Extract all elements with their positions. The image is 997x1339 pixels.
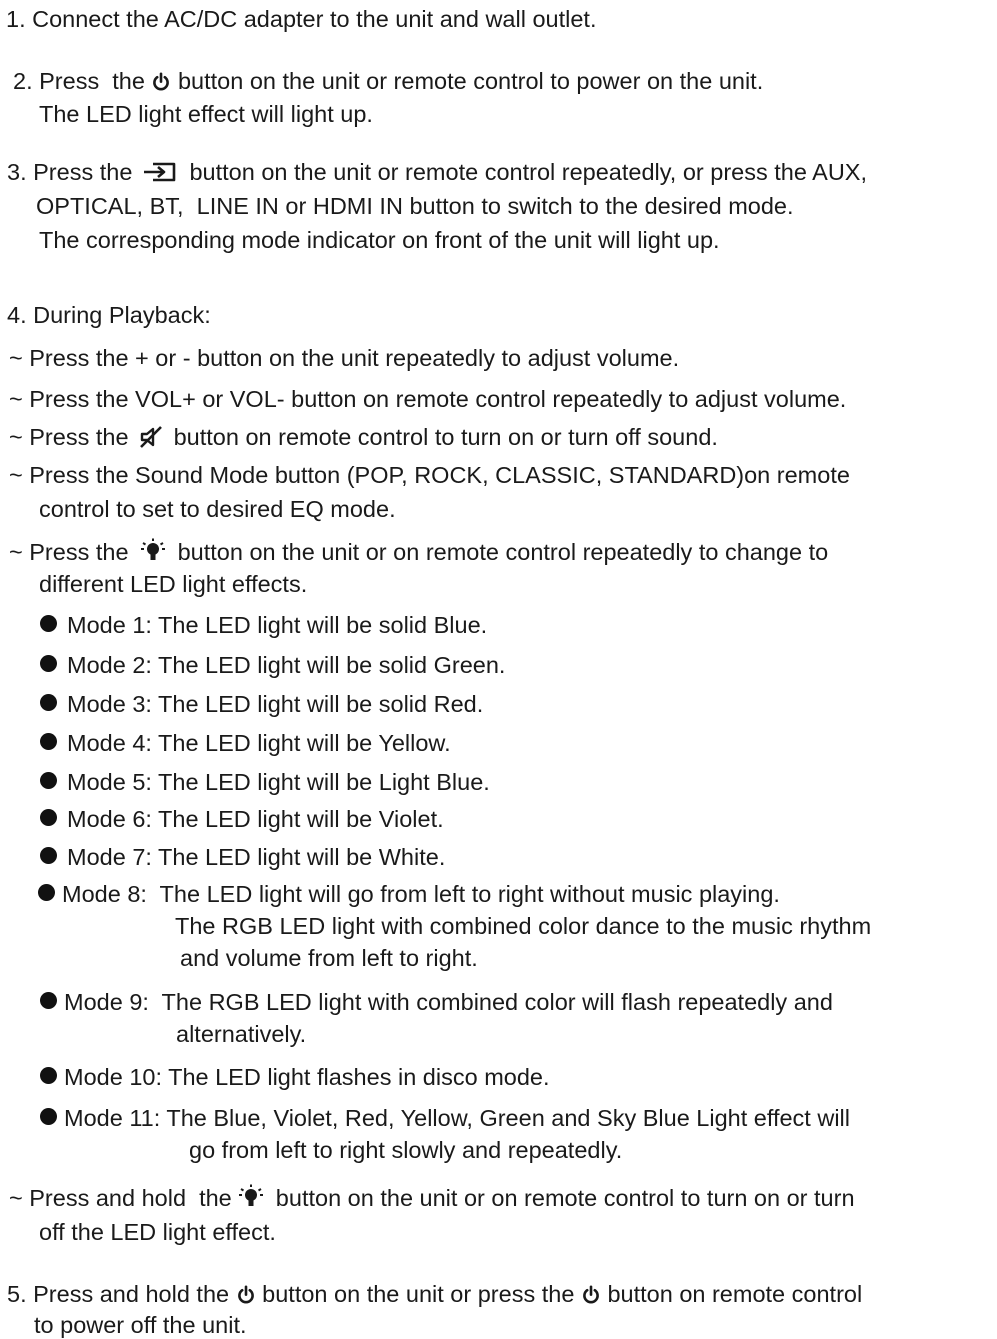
step-5-text-end: button on remote control	[600, 1281, 863, 1307]
power-icon	[237, 1285, 254, 1304]
bullet-icon	[40, 772, 57, 789]
step-5-text-middle: button on the unit or press the	[255, 1281, 581, 1307]
mode-8-item: Mode 8: The LED light will go from left …	[38, 881, 780, 907]
bullet-icon	[40, 733, 57, 750]
mode-10-item: Mode 10: The LED light flashes in disco …	[40, 1064, 550, 1090]
mode-8-line-2: The RGB LED light with combined color da…	[175, 913, 872, 939]
mode-2-item: Mode 2: The LED light will be solid Gree…	[40, 652, 506, 678]
light-bulb-icon	[141, 538, 166, 560]
mode-11-item: Mode 11: The Blue, Violet, Red, Yellow, …	[40, 1105, 850, 1131]
led-effect-line-1: ~ Press the button on the unit or on rem…	[9, 538, 828, 565]
mode-1-item: Mode 1: The LED light will be solid Blue…	[40, 612, 488, 638]
bullet-icon	[40, 1067, 57, 1084]
mode-11-line-2: go from left to right slowly and repeate…	[189, 1137, 623, 1163]
mute-text-start: ~ Press the	[9, 424, 136, 450]
step-2-text-start: 2. Press the	[13, 68, 152, 94]
sound-mode-line-1: ~ Press the Sound Mode button (POP, ROCK…	[9, 462, 850, 488]
bullet-icon	[40, 615, 57, 632]
bullet-icon	[40, 1108, 57, 1125]
hold-led-text-end: button on the unit or on remote control …	[269, 1185, 855, 1211]
step-3-line-2: OPTICAL, BT, LINE IN or HDMI IN button t…	[36, 193, 794, 219]
volume-unit-line: ~ Press the + or - button on the unit re…	[9, 345, 680, 371]
volume-remote-line: ~ Press the VOL+ or VOL- button on remot…	[9, 386, 847, 412]
mode-4-label: Mode 4: The LED light will be Yellow.	[67, 730, 451, 756]
mode-5-label: Mode 5: The LED light will be Light Blue…	[67, 769, 490, 795]
bullet-icon	[40, 847, 57, 864]
mode-8-label: Mode 8: The LED light will go from left …	[62, 881, 780, 907]
led-effect-line-2: different LED light effects.	[39, 571, 308, 597]
step-5-line-1: 5. Press and hold the button on the unit…	[7, 1281, 863, 1307]
power-icon	[583, 1285, 599, 1304]
step-4-heading: 4. During Playback:	[7, 302, 211, 328]
step-3-text-end: button on the unit or remote control rep…	[182, 159, 867, 185]
hold-led-line-2: off the LED light effect.	[39, 1219, 276, 1245]
manual-page: { "step1": { "text": "1. Connect the AC/…	[0, 0, 997, 1339]
mode-7-item: Mode 7: The LED light will be White.	[40, 844, 446, 870]
mode-3-item: Mode 3: The LED light will be solid Red.	[40, 691, 484, 717]
mode-9-item: Mode 9: The RGB LED light with combined …	[40, 989, 833, 1015]
mode-3-label: Mode 3: The LED light will be solid Red.	[67, 691, 484, 717]
mute-line: ~ Press the button on remote control to …	[9, 424, 718, 450]
mode-9-line-2: alternatively.	[176, 1021, 307, 1047]
step-2-text-end: button on the unit or remote control to …	[171, 68, 764, 94]
bullet-icon	[38, 884, 55, 901]
mode-5-item: Mode 5: The LED light will be Light Blue…	[40, 769, 490, 795]
led-effect-text-start: ~ Press the	[9, 539, 136, 565]
mode-4-item: Mode 4: The LED light will be Yellow.	[40, 730, 451, 756]
step-3-line-3: The corresponding mode indicator on fron…	[39, 227, 720, 253]
mute-text-end: button on remote control to turn on or t…	[167, 424, 718, 450]
step-3-text-start: 3. Press the	[7, 159, 139, 185]
step-5-line-2: to power off the unit.	[34, 1312, 247, 1338]
mode-6-label: Mode 6: The LED light will be Violet.	[67, 806, 444, 832]
step-5-text-start: 5. Press and hold the	[7, 1281, 236, 1307]
power-icon	[153, 72, 170, 91]
mode-6-item: Mode 6: The LED light will be Violet.	[40, 806, 444, 832]
step-2-line-2: The LED light effect will light up.	[39, 101, 373, 127]
mode-2-label: Mode 2: The LED light will be solid Gree…	[67, 652, 506, 678]
bullet-icon	[40, 655, 57, 672]
mode-10-label: Mode 10: The LED light flashes in disco …	[64, 1064, 550, 1090]
mode-9-label: Mode 9: The RGB LED light with combined …	[64, 989, 833, 1015]
mode-7-label: Mode 7: The LED light will be White.	[67, 844, 446, 870]
step-3-line-1: 3. Press the button on the unit or remot…	[7, 159, 867, 185]
bullet-icon	[40, 992, 57, 1009]
led-effect-text-end: button on the unit or on remote control …	[171, 539, 829, 565]
hold-led-line-1: ~ Press and hold the button on the unit …	[9, 1184, 855, 1211]
bullet-icon	[40, 809, 57, 826]
light-bulb-icon	[239, 1184, 264, 1206]
mode-1-label: Mode 1: The LED light will be solid Blue…	[67, 612, 488, 638]
bullet-icon	[40, 694, 57, 711]
mute-icon	[140, 426, 162, 448]
step-1-text: 1. Connect the AC/DC adapter to the unit…	[6, 6, 597, 32]
sound-mode-line-2: control to set to desired EQ mode.	[39, 496, 396, 522]
hold-led-text-start: ~ Press and hold the	[9, 1185, 239, 1211]
mode-8-line-3: and volume from left to right.	[180, 945, 478, 971]
input-source-icon	[143, 162, 176, 182]
step-2-line-1: 2. Press the button on the unit or remot…	[13, 68, 764, 94]
mode-11-label: Mode 11: The Blue, Violet, Red, Yellow, …	[64, 1105, 850, 1131]
